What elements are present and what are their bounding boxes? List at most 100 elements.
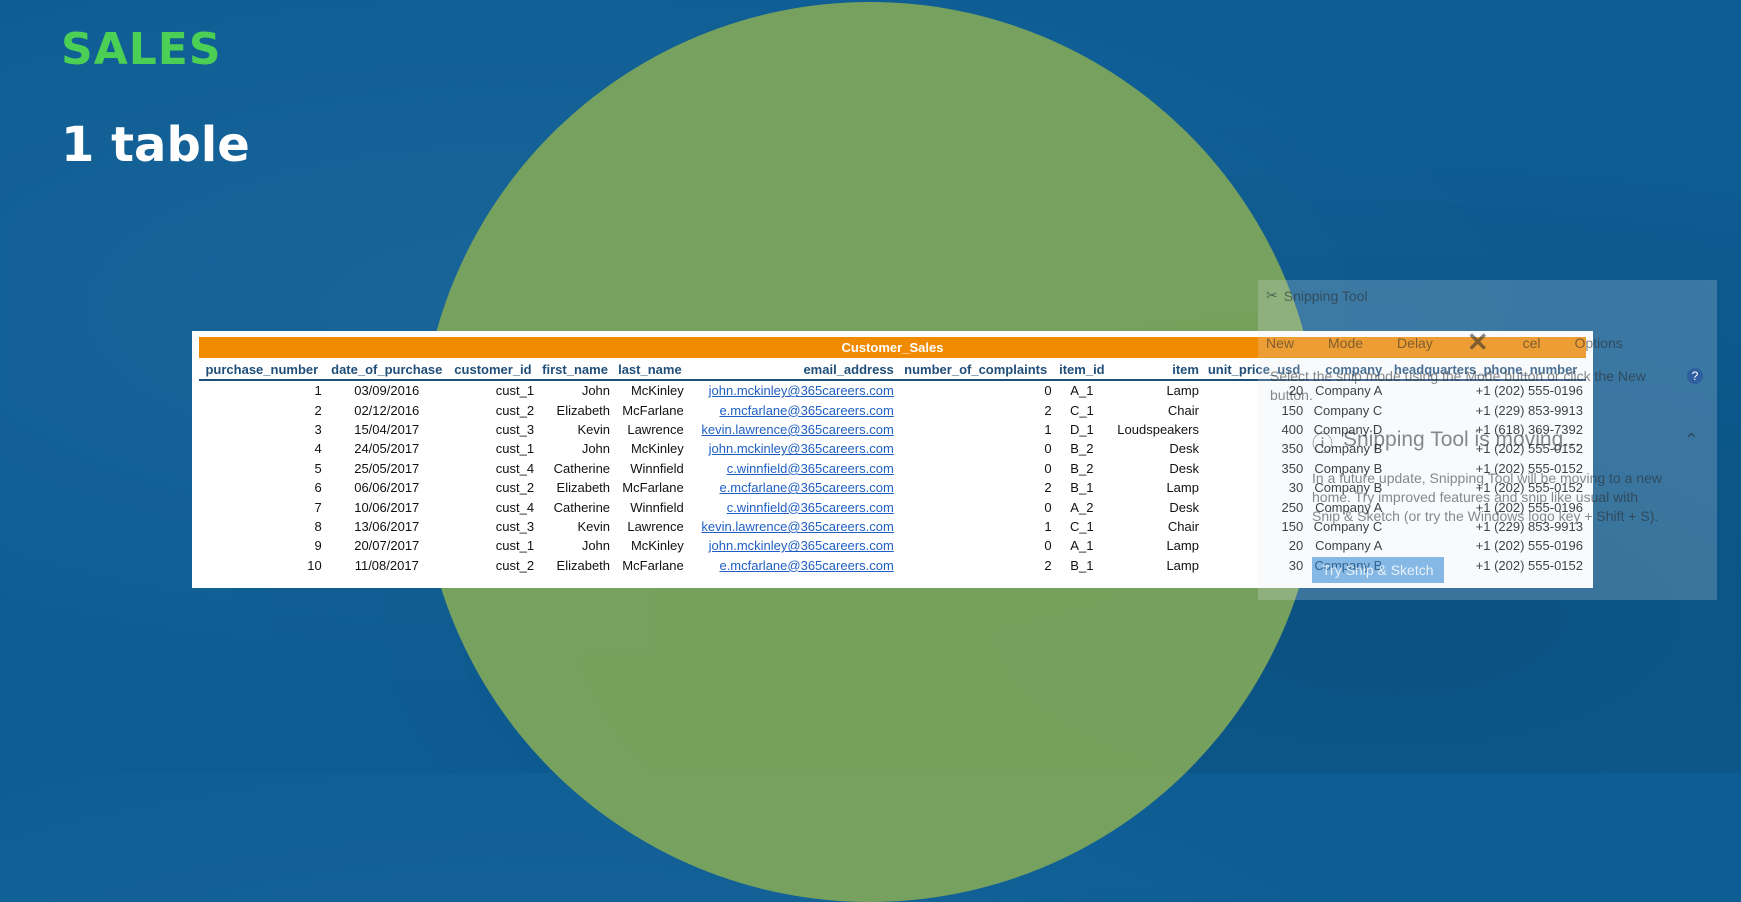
- table-cell: 7: [314, 499, 322, 515]
- table-cell: Kevin: [577, 421, 611, 437]
- table-cell: McKinley: [630, 383, 684, 399]
- email-link[interactable]: c.winnfield@365careers.com: [687, 459, 897, 478]
- column-header: item: [1109, 360, 1202, 381]
- table-cell: John: [581, 383, 611, 399]
- table-cell: 15/04/2017: [354, 421, 420, 437]
- table-cell: C_1: [1069, 518, 1094, 534]
- table-cell: McFarlane: [622, 480, 684, 496]
- email-link[interactable]: e.mcfarlane@365careers.com: [687, 556, 897, 575]
- email-link[interactable]: e.mcfarlane@365careers.com: [687, 400, 897, 419]
- help-icon[interactable]: ?: [1687, 368, 1703, 384]
- delay-button[interactable]: Delay: [1397, 335, 1433, 351]
- table-cell: A_1: [1070, 538, 1094, 554]
- table-cell: Desk: [1169, 441, 1199, 457]
- table-cell: cust_2: [495, 480, 535, 496]
- new-snip-button[interactable]: New: [1266, 335, 1294, 351]
- table-cell: 0: [1044, 538, 1052, 554]
- email-link[interactable]: john.mckinley@365careers.com: [687, 536, 897, 555]
- mode-button[interactable]: Mode: [1328, 335, 1363, 351]
- table-cell: Lawrence: [627, 421, 684, 437]
- table-cell: Loudspeakers: [1117, 421, 1199, 437]
- cancel-button[interactable]: cel: [1523, 335, 1541, 351]
- table-cell: 11/08/2017: [354, 557, 419, 573]
- table-cell: cust_3: [495, 421, 535, 437]
- table-cell: 2: [1044, 557, 1052, 573]
- table-cell: cust_3: [495, 518, 535, 534]
- slide-subtitle: 1 table: [61, 117, 250, 173]
- table-cell: Lamp: [1166, 538, 1199, 554]
- table-cell: 03/09/2016: [354, 383, 420, 399]
- email-link[interactable]: john.mckinley@365careers.com: [687, 439, 897, 458]
- scissors-icon: ✂: [1266, 287, 1278, 303]
- email-link[interactable]: e.mcfarlane@365careers.com: [687, 478, 897, 497]
- table-cell: 1: [1044, 518, 1052, 534]
- chevron-up-icon[interactable]: ⌃: [1684, 430, 1699, 451]
- snipping-tool-title: Snipping Tool: [1283, 287, 1368, 304]
- table-cell: 10: [307, 557, 322, 573]
- snipping-tool-toolbar: New Mode Delay ✕ cel Options: [1266, 327, 1717, 358]
- column-header: first_name: [537, 360, 614, 381]
- email-link[interactable]: c.winnfield@365careers.com: [687, 497, 897, 516]
- table-cell: B_2: [1070, 441, 1094, 457]
- options-button[interactable]: Options: [1575, 335, 1623, 351]
- email-link[interactable]: kevin.lawrence@365careers.com: [687, 420, 897, 439]
- snipping-tool-tip: Select the snip mode using the Mode butt…: [1270, 368, 1646, 403]
- moving-notice-title: ⓘ Snipping Tool is moving...: [1312, 428, 1581, 458]
- table-cell: 2: [1044, 480, 1052, 496]
- table-cell: 0: [1044, 499, 1052, 515]
- table-cell: 02/12/2016: [354, 402, 420, 418]
- table-cell: 0: [1044, 441, 1052, 457]
- table-cell: cust_4: [495, 499, 535, 515]
- table-cell: B_2: [1070, 460, 1094, 476]
- table-cell: 24/05/2017: [354, 441, 420, 457]
- table-cell: 2: [1044, 402, 1052, 418]
- table-cell: McKinley: [630, 538, 684, 554]
- column-header: email_address: [686, 360, 897, 381]
- table-cell: 5: [314, 460, 322, 476]
- table-cell: Lamp: [1166, 557, 1199, 573]
- column-header: customer_id: [448, 360, 538, 381]
- table-cell: Chair: [1167, 518, 1199, 534]
- try-snip-and-sketch-button[interactable]: Try Snip & Sketch: [1312, 557, 1444, 583]
- table-cell: Catherine: [553, 460, 611, 476]
- table-cell: 06/06/2017: [354, 480, 420, 496]
- table-cell: 13/06/2017: [354, 518, 420, 534]
- table-cell: 2: [314, 402, 322, 418]
- info-icon: ⓘ: [1312, 433, 1333, 456]
- table-cell: cust_2: [495, 557, 535, 573]
- table-cell: 1: [1044, 421, 1052, 437]
- table-cell: Chair: [1167, 402, 1199, 418]
- column-header: item_id: [1054, 360, 1110, 381]
- table-cell: D_1: [1069, 421, 1094, 437]
- email-link[interactable]: kevin.lawrence@365careers.com: [687, 517, 897, 536]
- table-cell: 1: [314, 383, 322, 399]
- table-cell: Lawrence: [627, 518, 684, 534]
- snipping-tool-window: ✂ Snipping Tool New Mode Delay ✕ cel Opt…: [1258, 280, 1717, 600]
- table-cell: McFarlane: [622, 402, 684, 418]
- email-link[interactable]: john.mckinley@365careers.com: [687, 380, 897, 400]
- table-cell: Lamp: [1166, 480, 1199, 496]
- moving-notice-heading: Snipping Tool is moving...: [1343, 428, 1581, 451]
- table-cell: 20/07/2017: [354, 538, 420, 554]
- table-cell: John: [581, 441, 611, 457]
- column-header: purchase_number: [199, 360, 325, 381]
- table-cell: A_2: [1070, 499, 1094, 515]
- table-cell: 25/05/2017: [354, 460, 420, 476]
- table-cell: Kevin: [577, 518, 611, 534]
- table-cell: cust_1: [495, 441, 535, 457]
- table-cell: B_1: [1070, 557, 1094, 573]
- table-cell: 8: [314, 518, 322, 534]
- table-cell: 0: [1044, 460, 1052, 476]
- column-header: last_name: [613, 360, 687, 381]
- table-cell: 9: [314, 538, 322, 554]
- table-cell: McFarlane: [622, 557, 684, 573]
- table-cell: Catherine: [553, 499, 611, 515]
- table-cell: cust_1: [495, 538, 535, 554]
- snipping-tool-titlebar: ✂ Snipping Tool: [1266, 287, 1368, 304]
- table-cell: cust_2: [495, 402, 535, 418]
- table-cell: Elizabeth: [556, 480, 611, 496]
- table-cell: 3: [314, 421, 322, 437]
- table-cell: Elizabeth: [556, 557, 611, 573]
- close-icon[interactable]: ✕: [1467, 327, 1489, 358]
- table-cell: B_1: [1070, 480, 1094, 496]
